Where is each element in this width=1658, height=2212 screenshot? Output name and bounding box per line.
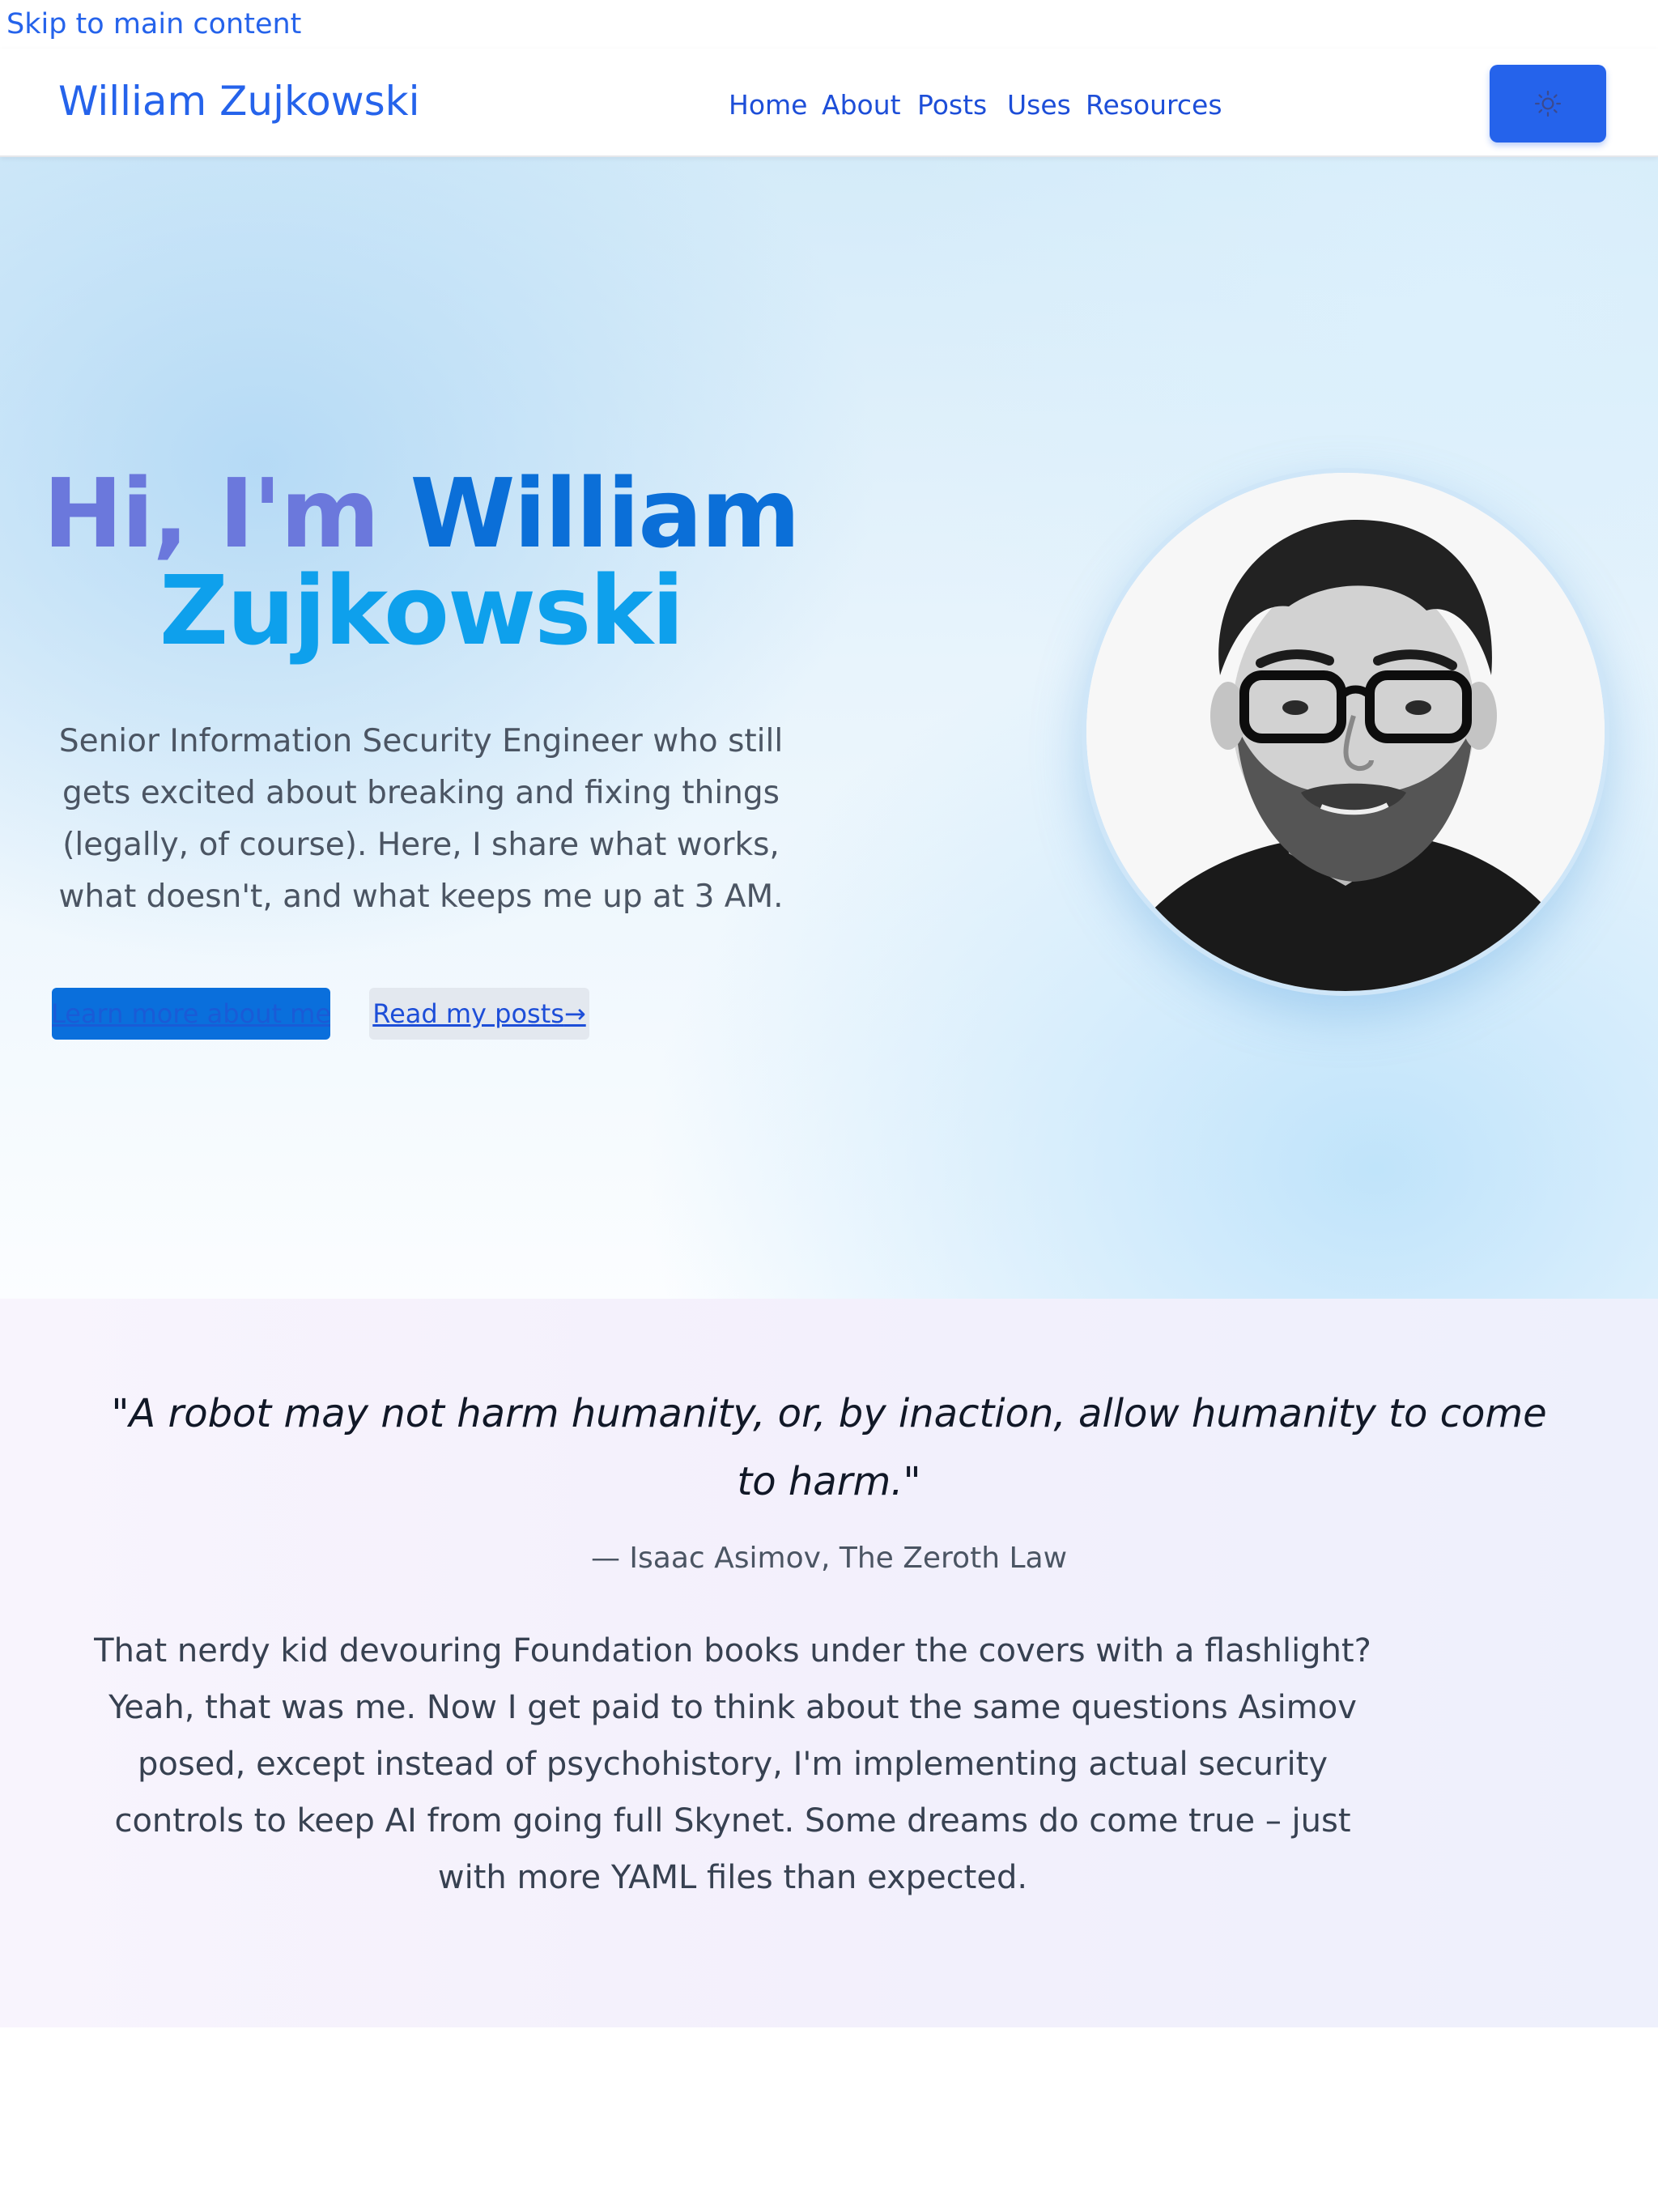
site-header: William Zujkowski Home About Posts Uses … bbox=[0, 49, 1658, 157]
asimov-quote: "A robot may not harm humanity, or, by i… bbox=[111, 1391, 1547, 1504]
nav-about[interactable]: About bbox=[822, 89, 901, 121]
hero-section: Hi, I'm William Zujkowski Senior Informa… bbox=[0, 157, 1658, 1299]
arrow-right-icon: → bbox=[563, 998, 586, 1029]
site-brand-link[interactable]: William Zujkowski bbox=[58, 78, 420, 125]
hero-last-name: Zujkowski bbox=[159, 555, 685, 666]
sun-icon bbox=[1534, 90, 1562, 117]
nav-uses[interactable]: Uses bbox=[1007, 89, 1071, 121]
nav-home[interactable]: Home bbox=[729, 89, 807, 121]
quote-section: "A robot may not harm humanity, or, by i… bbox=[0, 1299, 1658, 2027]
skip-to-main-link[interactable]: Skip to main content bbox=[6, 8, 301, 40]
hero-title: Hi, I'm William Zujkowski bbox=[32, 465, 810, 659]
hero-greeting: Hi, I'm bbox=[43, 457, 380, 569]
profile-photo bbox=[1086, 473, 1605, 991]
personal-story: That nerdy kid devouring Foundation book… bbox=[94, 1632, 1371, 1896]
learn-more-button[interactable]: Learn more about me bbox=[52, 988, 330, 1040]
nav-posts[interactable]: Posts bbox=[917, 89, 987, 121]
read-posts-button[interactable]: Read my posts → bbox=[369, 988, 589, 1040]
nav-resources[interactable]: Resources bbox=[1086, 89, 1222, 121]
hero-description: Senior Information Security Engineer who… bbox=[58, 723, 784, 915]
quote-attribution: — Isaac Asimov, The Zeroth Law bbox=[590, 1542, 1068, 1575]
profile-avatar bbox=[1082, 468, 1609, 996]
hero-first-name: William bbox=[410, 457, 801, 569]
read-posts-label: Read my posts bbox=[372, 998, 564, 1029]
theme-toggle-button[interactable] bbox=[1490, 65, 1606, 143]
